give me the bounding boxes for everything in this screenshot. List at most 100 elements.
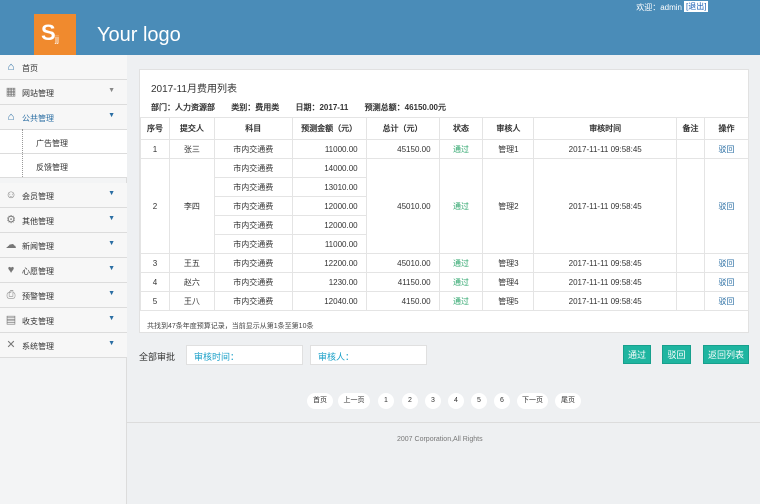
sidebar-subitem-feedback[interactable]: 反馈管理	[0, 154, 127, 178]
cell-note	[676, 291, 706, 311]
pager-page-4[interactable]: 4	[448, 393, 464, 409]
table-header-row: 序号 提交人 科目 预测金额（元） 总计（元） 状态 审核人 审核时间 备注 操…	[140, 117, 749, 140]
cell-total: 41150.00	[365, 272, 440, 292]
pager-page-2[interactable]: 2	[402, 393, 418, 409]
chevron-down-icon: ▼	[108, 340, 115, 347]
gear-icon: ⚙	[6, 214, 16, 226]
reject-link[interactable]: 驳回	[704, 139, 749, 159]
cell-amount: 11000.00	[291, 139, 367, 159]
logout-link[interactable]: [退出]	[684, 1, 709, 12]
sidebar-item-label: 心愿管理	[22, 267, 54, 276]
top-header: S jj Your logo 欢迎：admin [退出]	[0, 0, 760, 55]
cell-subject: 市内交通费	[213, 139, 293, 159]
pager-page-6[interactable]: 6	[494, 393, 510, 409]
table-row: 1 张三 市内交通费 11000.00 45150.00 通过 管理1 2017…	[140, 139, 749, 159]
logo-sub: jj	[55, 34, 59, 44]
pager-page-3[interactable]: 3	[425, 393, 441, 409]
tree-line	[22, 129, 23, 177]
cell-submitter: 李四	[168, 158, 215, 254]
back-to-list-button[interactable]: 返回列表	[703, 345, 749, 364]
sidebar-item-finance[interactable]: ▤ 收支管理 ▼	[0, 308, 127, 333]
meta-total: 预测总额：46150.00元	[364, 103, 446, 112]
expense-panel: 2017-11月费用列表 部门：人力资源部 类别：费用类 日期：2017-11 …	[139, 69, 749, 333]
reject-button[interactable]: 驳回	[662, 345, 691, 364]
card-icon: ▤	[5, 314, 17, 326]
table-footer-summary: 共找到47条年度预算记录，当前显示从第1条至第10条	[147, 323, 314, 330]
col-header: 序号	[140, 117, 170, 140]
cell-note	[676, 253, 706, 273]
welcome-text: 欢迎：admin	[636, 3, 682, 12]
col-header: 预测金额（元）	[291, 117, 367, 140]
cell-amount: 13010.00	[291, 177, 367, 197]
meta-info: 部门：人力资源部 类别：费用类 日期：2017-11 预测总额：46150.00…	[151, 102, 460, 113]
cell-no: 1	[140, 139, 170, 159]
cell-subject: 市内交通费	[213, 234, 293, 254]
sidebar-item-other[interactable]: ⚙ 其他管理 ▼	[0, 208, 127, 233]
cell-amount: 14000.00	[291, 158, 367, 178]
logo: S jj	[34, 14, 76, 55]
pager-first[interactable]: 首页	[307, 393, 333, 409]
sidebar-item-wishes[interactable]: ♥ 心愿管理 ▼	[0, 258, 127, 283]
cell-reviewer: 管理5	[482, 291, 535, 311]
cell-note	[676, 158, 706, 254]
cell-reviewer: 管理3	[482, 253, 535, 273]
cell-submitter: 张三	[168, 139, 215, 159]
sidebar-item-label: 收支管理	[22, 317, 54, 326]
bulk-approve-label: 全部审批	[139, 352, 176, 362]
pager-page-5[interactable]: 5	[471, 393, 487, 409]
sidebar-subitem-label: 反馈管理	[36, 163, 68, 172]
cell-total: 45010.00	[365, 158, 440, 254]
col-header: 审核时间	[533, 117, 678, 140]
sidebar-item-public[interactable]: ⌂ 公共管理 ▼	[0, 105, 127, 130]
cell-total: 45150.00	[365, 139, 440, 159]
cell-no: 5	[140, 291, 170, 311]
chat-icon: ☁	[5, 239, 17, 251]
cell-subject: 市内交通费	[213, 291, 293, 311]
sidebar-item-system[interactable]: ✕ 系统管理 ▼	[0, 333, 127, 358]
chevron-down-icon: ▼	[108, 315, 115, 322]
sidebar-item-news[interactable]: ☁ 新闻管理 ▼	[0, 233, 127, 258]
cell-subject: 市内交通费	[213, 215, 293, 235]
cell-subject: 市内交通费	[213, 253, 293, 273]
table-row: 4 赵六 市内交通费 1230.00 41150.00 通过 管理4 2017-…	[140, 272, 749, 292]
sidebar-item-home[interactable]: ⌂ 首页	[0, 55, 127, 80]
sidebar-item-alerts[interactable]: ⎙ 预警管理 ▼	[0, 283, 127, 308]
sidebar-item-label: 公共管理	[22, 114, 54, 123]
reject-link[interactable]: 驳回	[704, 291, 749, 311]
cell-subject: 市内交通费	[213, 196, 293, 216]
pager-page-1[interactable]: 1	[378, 393, 394, 409]
pager-last[interactable]: 尾页	[555, 393, 581, 409]
cell-subject: 市内交通费	[213, 158, 293, 178]
sidebar-item-label: 首页	[22, 64, 38, 73]
chevron-down-icon: ▼	[108, 215, 115, 222]
cell-status: 通过	[438, 139, 484, 159]
reviewer-input[interactable]: 审核人：	[310, 345, 427, 365]
home-icon: ⌂	[7, 61, 15, 73]
pager-next[interactable]: 下一页	[517, 393, 548, 409]
users-icon: ☺	[5, 189, 17, 201]
sidebar-item-site[interactable]: ▦ 网站管理 ▼	[0, 80, 127, 105]
pager-prev[interactable]: 上一页	[338, 393, 370, 409]
cell-amount: 12000.00	[291, 196, 367, 216]
cell-subject: 市内交通费	[213, 272, 293, 292]
reject-link[interactable]: 驳回	[704, 272, 749, 292]
approve-button[interactable]: 通过	[623, 345, 651, 364]
sidebar-subitem-ads[interactable]: 广告管理	[0, 130, 127, 154]
printer-icon: ⎙	[6, 289, 16, 301]
cell-status: 通过	[438, 272, 484, 292]
col-header: 状态	[438, 117, 484, 140]
chevron-down-icon: ▼	[108, 240, 115, 247]
reject-link[interactable]: 驳回	[704, 253, 749, 273]
cell-total: 45010.00	[365, 253, 440, 273]
cell-submitter: 王八	[168, 291, 215, 311]
sidebar: ⌂ 首页 ▦ 网站管理 ▼ ⌂ 公共管理 ▼ 广告管理 反馈管理 ☺ 会员管理 …	[0, 55, 127, 504]
sidebar-item-members[interactable]: ☺ 会员管理 ▼	[0, 183, 127, 208]
col-header: 备注	[676, 117, 706, 140]
cell-no: 3	[140, 253, 170, 273]
reject-link[interactable]: 驳回	[704, 158, 749, 254]
grid-icon: ▦	[5, 86, 17, 98]
cell-reviewer: 管理1	[482, 139, 535, 159]
sidebar-item-label: 新闻管理	[22, 242, 54, 251]
review-time-input[interactable]: 审核时间：	[186, 345, 303, 365]
cell-no: 4	[140, 272, 170, 292]
